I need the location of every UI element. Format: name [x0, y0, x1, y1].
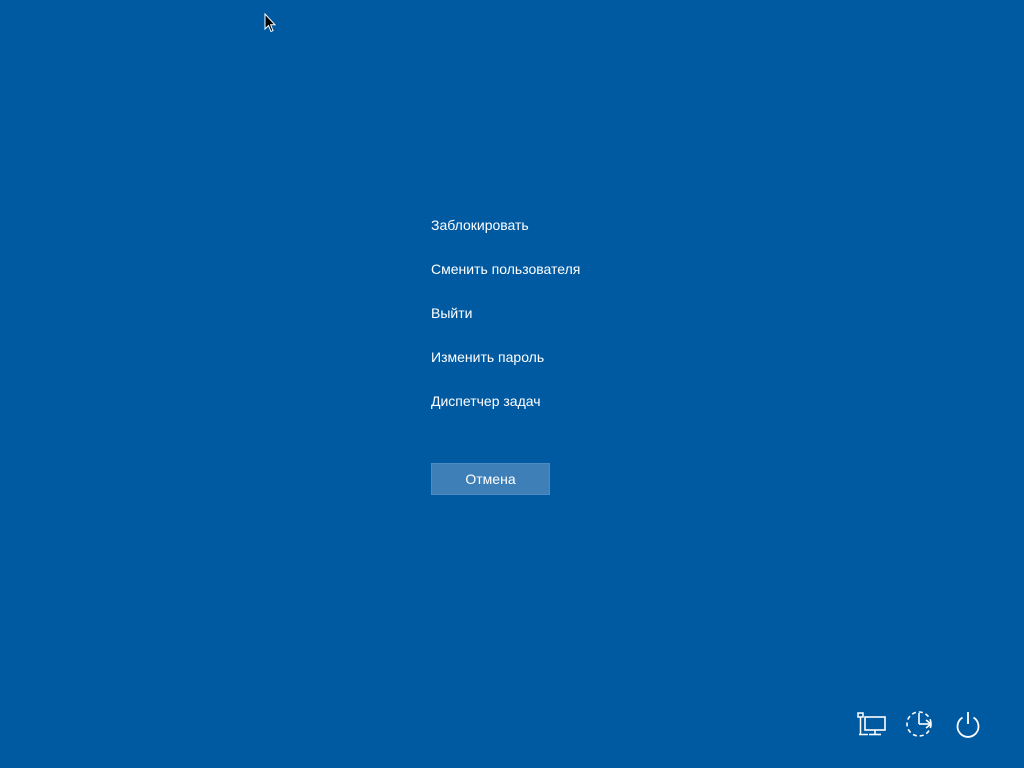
cancel-button[interactable]: Отмена [431, 463, 550, 495]
switch-user-option[interactable]: Сменить пользователя [431, 258, 671, 280]
sign-out-option[interactable]: Выйти [431, 302, 671, 324]
power-icon [956, 712, 980, 738]
system-tray [852, 704, 988, 744]
network-icon [857, 712, 886, 736]
ease-of-access-icon [906, 711, 933, 737]
security-options-menu: Заблокировать Сменить пользователя Выйти… [431, 214, 671, 434]
ease-of-access-button[interactable] [900, 704, 940, 744]
task-manager-option[interactable]: Диспетчер задач [431, 390, 671, 412]
power-button[interactable] [948, 704, 988, 744]
change-password-option[interactable]: Изменить пароль [431, 346, 671, 368]
network-button[interactable] [852, 704, 892, 744]
lock-option[interactable]: Заблокировать [431, 214, 671, 236]
mouse-cursor-icon [264, 13, 276, 33]
